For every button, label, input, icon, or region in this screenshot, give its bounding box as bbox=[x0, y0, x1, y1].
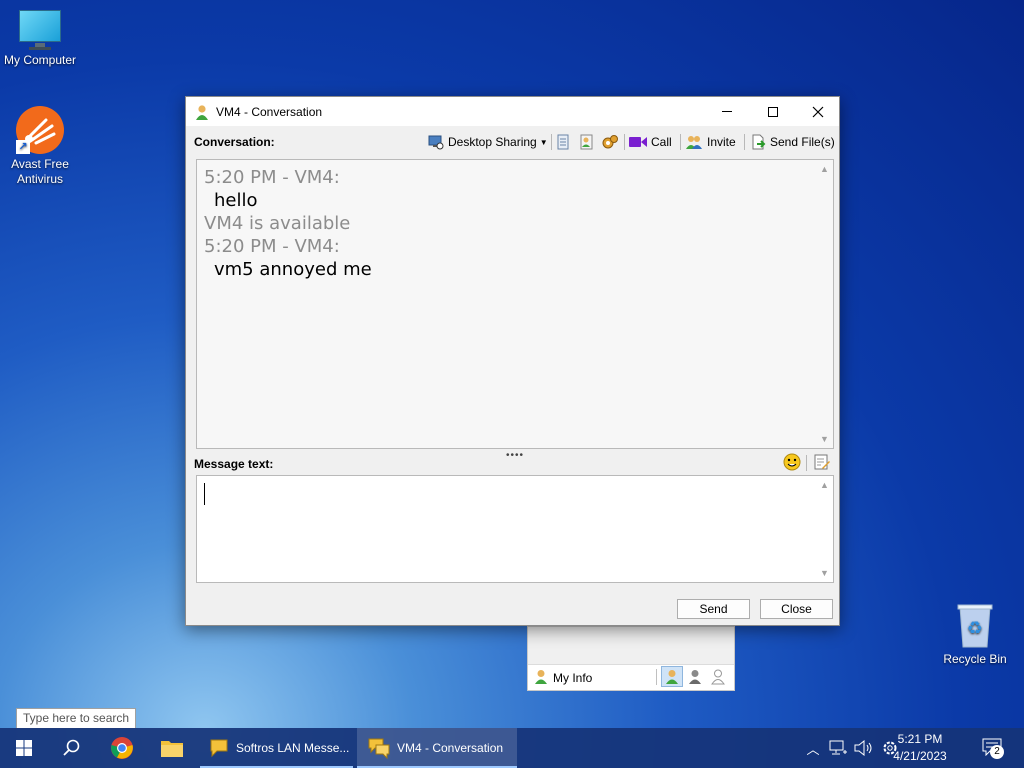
conversation-window: VM4 - Conversation Conversation: Desktop… bbox=[185, 96, 840, 626]
message-header: 5:20 PM - VM4: bbox=[204, 236, 340, 257]
invite-label: Invite bbox=[707, 135, 736, 149]
conversation-history[interactable]: 5:20 PM - VM4: hello VM4 is available 5:… bbox=[196, 159, 834, 449]
dropdown-arrow-icon: ▼ bbox=[539, 137, 548, 147]
message-text: hello bbox=[214, 190, 258, 211]
show-hidden-icons-button[interactable]: ︿ bbox=[800, 739, 826, 758]
taskbar-softros-messenger[interactable]: Softros LAN Messe... bbox=[200, 728, 353, 768]
desktop-sharing-icon bbox=[428, 135, 444, 150]
monitor-icon bbox=[18, 10, 62, 50]
my-info-label[interactable]: My Info bbox=[553, 671, 592, 685]
minimize-button[interactable] bbox=[704, 97, 750, 126]
close-icon bbox=[812, 106, 824, 117]
folder-icon bbox=[161, 741, 183, 757]
title-bar[interactable]: VM4 - Conversation bbox=[186, 97, 839, 126]
shortcut-arrow-icon: ↗ bbox=[16, 140, 30, 154]
window-title: VM4 - Conversation bbox=[216, 104, 323, 119]
splitter-grip[interactable]: •••• bbox=[506, 450, 524, 461]
chrome-icon bbox=[111, 737, 133, 759]
call-label: Call bbox=[651, 135, 672, 149]
conversation-toolbar: Conversation: Desktop Sharing ▼ Call Inv… bbox=[186, 132, 839, 152]
search-tooltip: Type here to search bbox=[16, 708, 137, 729]
contact-info-icon bbox=[580, 134, 593, 150]
invite-button[interactable]: Invite bbox=[685, 132, 736, 152]
call-button[interactable]: Call bbox=[629, 132, 672, 152]
status-notice: VM4 is available bbox=[204, 213, 351, 234]
video-call-icon bbox=[629, 137, 647, 147]
toolbar-separator bbox=[744, 134, 745, 150]
svg-text:♻: ♻ bbox=[967, 618, 983, 638]
start-button[interactable] bbox=[0, 728, 48, 768]
softros-icon bbox=[210, 739, 228, 758]
scroll-down-icon[interactable]: ▼ bbox=[820, 568, 829, 578]
gear-icon bbox=[602, 135, 618, 149]
toolbar-separator bbox=[680, 134, 681, 150]
history-icon bbox=[557, 134, 569, 150]
invite-icon bbox=[686, 136, 702, 149]
desktop-icon-label: Recycle Bin bbox=[943, 652, 1007, 666]
format-text-button[interactable] bbox=[813, 453, 831, 474]
maximize-button[interactable] bbox=[750, 97, 796, 126]
taskbar-vm4-conversation[interactable]: VM4 - Conversation bbox=[357, 728, 517, 768]
desktop-sharing-button[interactable]: Desktop Sharing ▼ bbox=[428, 132, 548, 152]
taskbar-chrome[interactable] bbox=[98, 728, 146, 768]
smiley-icon bbox=[783, 453, 801, 471]
message-header: 5:20 PM - VM4: bbox=[204, 167, 340, 188]
message-text-label: Message text: bbox=[194, 457, 274, 471]
close-window-button[interactable] bbox=[795, 97, 841, 126]
send-files-label: Send File(s) bbox=[770, 135, 835, 149]
message-text: vm5 annoyed me bbox=[214, 259, 372, 280]
desktop-icon-avast[interactable]: ↗ Avast Free Antivirus bbox=[0, 106, 80, 187]
history-button[interactable] bbox=[556, 132, 570, 152]
status-busy-icon[interactable] bbox=[688, 669, 702, 688]
notification-count-badge: 2 bbox=[990, 745, 1004, 759]
status-offline-icon[interactable] bbox=[711, 669, 725, 688]
close-button[interactable]: Close bbox=[760, 599, 833, 619]
taskbar-app-label: Softros LAN Messe... bbox=[236, 741, 350, 755]
contact-list-panel: My Info bbox=[527, 626, 735, 691]
user-status-icon[interactable] bbox=[534, 669, 548, 688]
taskbar-app-label: VM4 - Conversation bbox=[397, 741, 504, 755]
toolbar-separator bbox=[624, 134, 625, 150]
desktop-sharing-label: Desktop Sharing bbox=[448, 135, 537, 149]
conversation-scrollbar[interactable]: ▲ ▼ bbox=[816, 160, 833, 448]
send-files-button[interactable]: Send File(s) bbox=[751, 132, 835, 152]
scroll-down-icon[interactable]: ▼ bbox=[820, 434, 829, 444]
send-file-icon bbox=[752, 134, 766, 150]
send-button[interactable]: Send bbox=[677, 599, 750, 619]
contact-icon bbox=[194, 104, 210, 120]
softros-chat-icon bbox=[368, 738, 390, 759]
volume-icon[interactable] bbox=[854, 740, 874, 756]
search-button[interactable] bbox=[48, 728, 96, 768]
edit-note-icon bbox=[814, 454, 830, 470]
desktop-icon-recycle-bin[interactable]: ♻ Recycle Bin bbox=[935, 603, 1015, 667]
minimize-icon bbox=[722, 111, 732, 112]
message-scrollbar[interactable]: ▲ ▼ bbox=[816, 476, 833, 582]
taskbar-file-explorer[interactable] bbox=[148, 728, 196, 768]
settings-button[interactable] bbox=[601, 132, 619, 152]
scroll-up-icon[interactable]: ▲ bbox=[820, 164, 829, 174]
desktop-icon-my-computer[interactable]: My Computer bbox=[0, 10, 80, 68]
conversation-messages: 5:20 PM - VM4: hello VM4 is available 5:… bbox=[204, 166, 372, 281]
network-icon[interactable] bbox=[828, 740, 848, 756]
search-icon bbox=[63, 739, 80, 756]
windows-logo-icon bbox=[16, 740, 32, 756]
conversation-label: Conversation: bbox=[194, 135, 275, 149]
contact-info-button[interactable] bbox=[579, 132, 595, 152]
taskbar: Softros LAN Messe... VM4 - Conversation … bbox=[0, 728, 1024, 768]
desktop-icon-label: My Computer bbox=[3, 53, 77, 67]
notification-center-button[interactable]: 2 bbox=[982, 738, 1006, 760]
maximize-icon bbox=[768, 106, 778, 117]
scroll-up-icon[interactable]: ▲ bbox=[820, 480, 829, 490]
toolbar-separator bbox=[551, 134, 552, 150]
recycle-bin-icon: ♻ bbox=[955, 603, 995, 649]
text-caret bbox=[204, 483, 205, 505]
message-input[interactable]: ▲ ▼ bbox=[196, 475, 834, 583]
status-strip: My Info bbox=[528, 664, 734, 690]
system-tray: ︿ 5:21 PM 4/21/2023 bbox=[800, 728, 952, 768]
status-available-icon[interactable] bbox=[661, 666, 683, 687]
emoticon-button[interactable] bbox=[783, 453, 801, 474]
settings-gear-icon[interactable] bbox=[881, 739, 899, 757]
desktop-icon-label: Avast Free Antivirus bbox=[11, 157, 69, 186]
avast-icon: ↗ bbox=[16, 106, 64, 154]
